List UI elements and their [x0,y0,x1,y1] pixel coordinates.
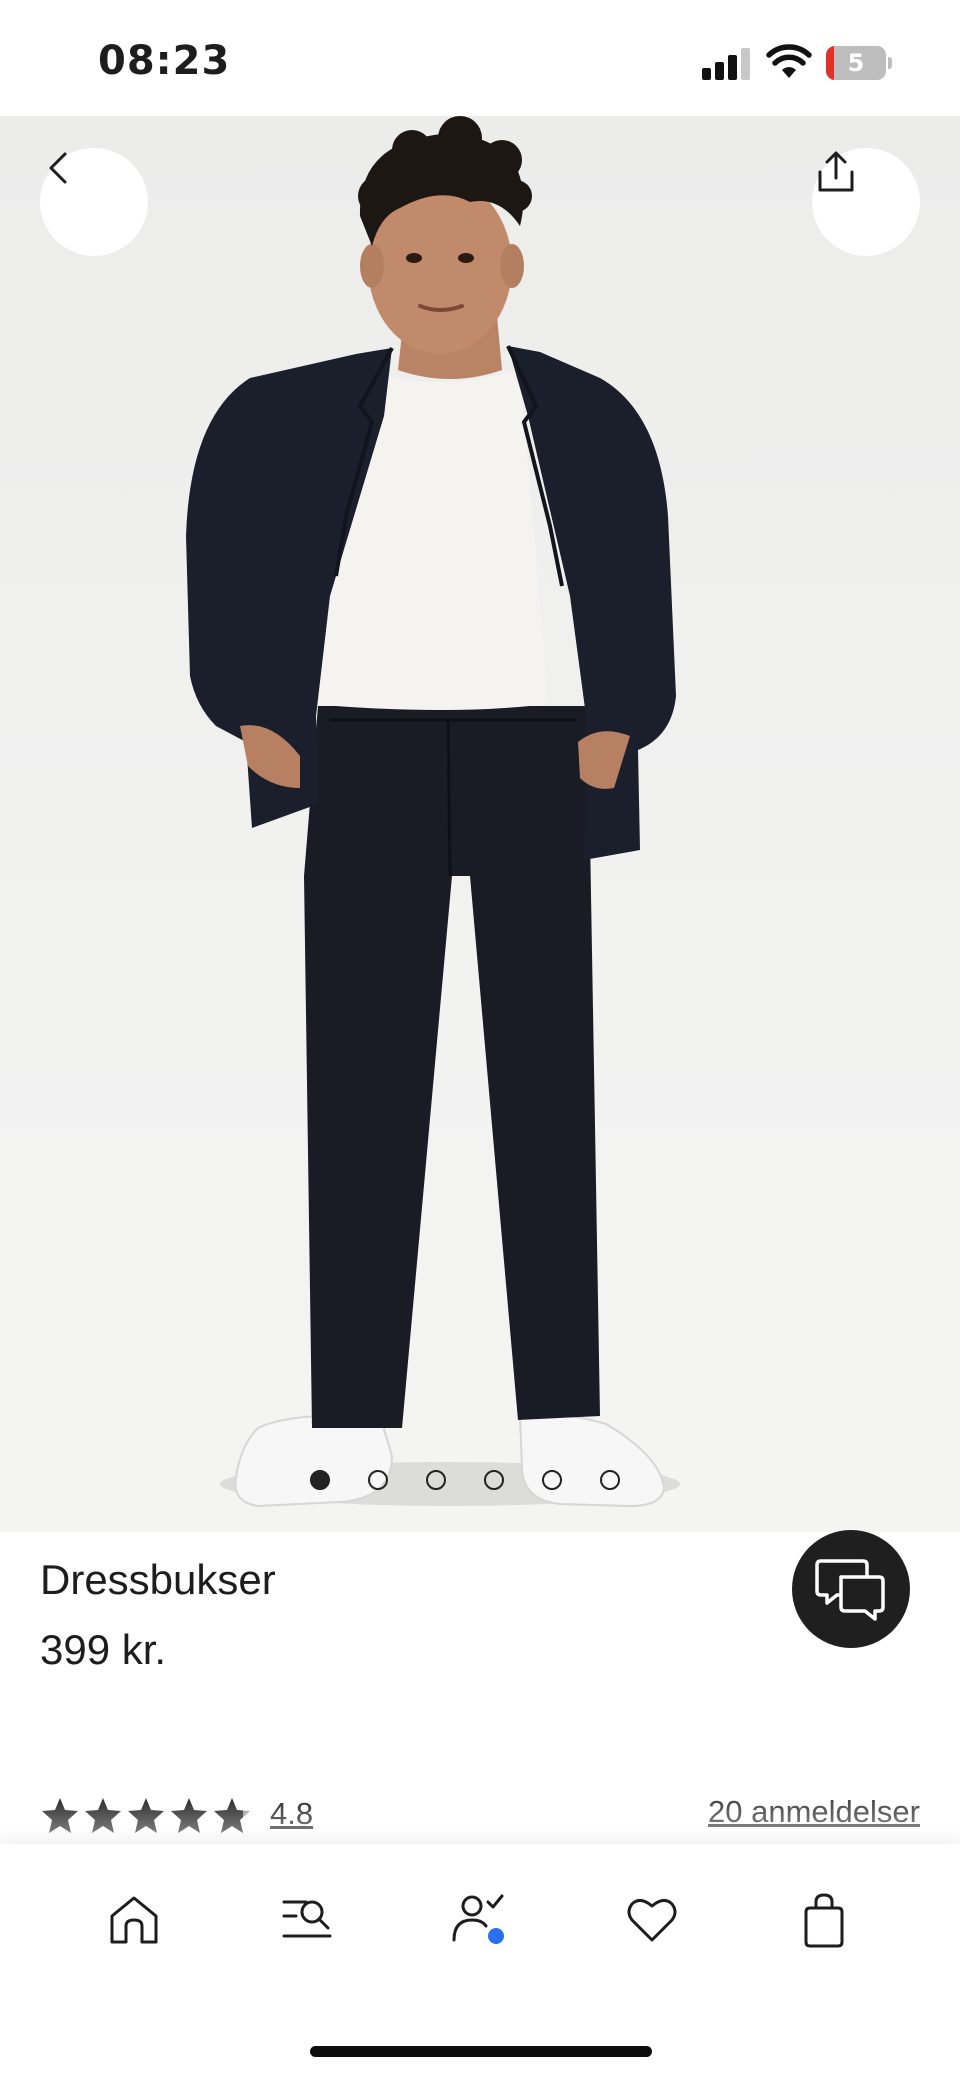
carousel-dot[interactable] [600,1470,620,1490]
status-time: 08:23 [98,38,231,84]
cellular-signal-icon [702,48,752,80]
star-icon [42,1798,78,1833]
carousel-dot[interactable] [542,1470,562,1490]
nav-search[interactable] [278,1890,338,1950]
battery-level: 5 [847,49,865,77]
nav-home[interactable] [104,1890,164,1950]
chat-bubbles-icon [815,1559,885,1621]
rating-row[interactable]: 4.8 20 anmeldelser [0,1790,960,1850]
carousel-dots [310,1470,620,1500]
product-name: Dressbukser [40,1556,276,1603]
nav-bag[interactable] [794,1890,854,1950]
chat-button[interactable] [792,1530,910,1648]
account-icon [452,1894,504,1944]
share-button[interactable] [812,148,920,256]
star-icon [128,1798,164,1833]
bottom-nav [0,1844,960,2078]
carousel-dot[interactable] [484,1470,504,1490]
status-bar: 08:23 5 [0,0,960,116]
back-button[interactable] [40,148,148,256]
home-icon [110,1896,158,1944]
carousel-dot[interactable] [310,1470,330,1490]
carousel-dot[interactable] [368,1470,388,1490]
star-partial-icon [214,1798,250,1833]
product-price: 399 kr. [40,1626,167,1673]
star-icon [85,1798,121,1833]
product-image-carousel[interactable] [0,116,960,1532]
shopping-bag-icon [804,1893,844,1948]
rating-stars [40,1796,252,1836]
product-photo [186,116,680,1508]
chevron-left-icon [49,152,67,184]
reviews-link[interactable]: 20 anmeldelser [708,1794,920,1830]
nav-favorites[interactable] [622,1890,682,1950]
share-icon [818,151,854,192]
battery-icon: 5 [826,46,892,80]
home-indicator[interactable] [310,2046,652,2057]
rating-value[interactable]: 4.8 [270,1796,313,1832]
star-icon [171,1798,207,1833]
wifi-icon [766,44,812,78]
carousel-dot[interactable] [426,1470,446,1490]
heart-icon [627,1899,677,1942]
search-menu-icon [282,1900,332,1938]
nav-account[interactable] [450,1890,510,1950]
